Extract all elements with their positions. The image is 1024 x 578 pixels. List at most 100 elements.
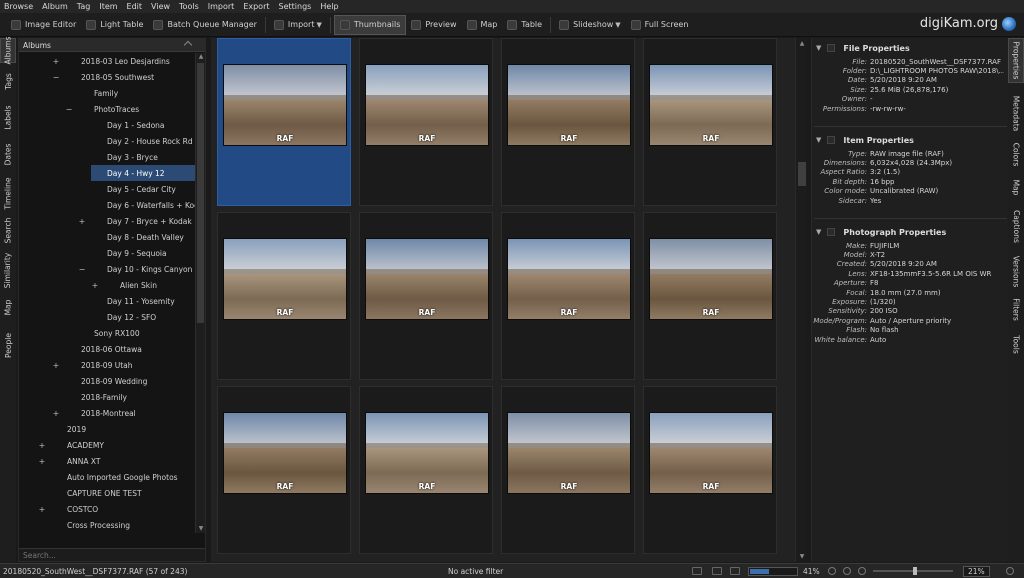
album-item[interactable]: + ACADEMY bbox=[39, 437, 195, 453]
album-item[interactable]: CAPTURE ONE TEST bbox=[51, 485, 195, 501]
album-search-input[interactable]: Search... bbox=[19, 548, 205, 561]
sort-icon[interactable] bbox=[183, 40, 193, 50]
album-item[interactable]: Day 6 - Waterfalls + Kodak bbox=[91, 197, 195, 213]
scroll-down-icon[interactable]: ▼ bbox=[796, 553, 808, 560]
thumbnail-image[interactable]: RAF bbox=[365, 238, 489, 320]
table-view-button[interactable]: Table bbox=[502, 15, 547, 35]
zoom-fit-icon[interactable] bbox=[828, 567, 836, 575]
left-tab-similarity[interactable]: Similarity bbox=[0, 248, 16, 292]
thumbnail-image[interactable]: RAF bbox=[223, 64, 347, 146]
album-item[interactable]: Day 4 - Hwy 12 bbox=[91, 165, 195, 181]
thumbnail-cell[interactable]: RAF bbox=[359, 386, 493, 554]
album-item[interactable]: + ANNA XT bbox=[39, 453, 195, 469]
thumbnail-image[interactable]: RAF bbox=[223, 412, 347, 494]
thumbnails-view-button[interactable]: Thumbnails bbox=[333, 14, 407, 35]
album-item[interactable]: + Alien Skin bbox=[92, 277, 195, 293]
thumbnail-cell[interactable]: RAF bbox=[501, 212, 635, 380]
expand-icon[interactable]: + bbox=[78, 217, 86, 226]
thumbnail-cell[interactable]: RAF bbox=[217, 386, 351, 554]
thumbnail-image[interactable]: RAF bbox=[507, 64, 631, 146]
left-tab-people[interactable]: People bbox=[0, 323, 16, 368]
film-icon[interactable] bbox=[712, 567, 722, 575]
album-item[interactable]: +2018-09 Utah bbox=[53, 357, 195, 373]
thumbnail-grid-scrollbar[interactable]: ▲ ▼ bbox=[795, 38, 807, 562]
album-item[interactable]: Day 11 - Yosemity bbox=[91, 293, 195, 309]
right-tab-filters[interactable]: Filters bbox=[1008, 292, 1024, 327]
menu-help[interactable]: Help bbox=[320, 2, 338, 11]
expand-icon[interactable]: + bbox=[38, 505, 46, 514]
left-tab-albums[interactable]: Albums bbox=[0, 37, 16, 64]
left-tab-search[interactable]: Search bbox=[0, 214, 16, 247]
zoom-slider[interactable] bbox=[873, 567, 953, 575]
album-item[interactable]: Day 2 - House Rock Rd bbox=[91, 133, 195, 149]
menu-tools[interactable]: Tools bbox=[179, 2, 199, 11]
settings-icon[interactable] bbox=[1006, 567, 1014, 575]
thumbnail-image[interactable]: RAF bbox=[507, 412, 631, 494]
trash-icon[interactable] bbox=[692, 567, 702, 575]
left-tab-labels[interactable]: Labels bbox=[0, 98, 16, 136]
chevron-down-icon[interactable]: ▼ bbox=[816, 136, 821, 144]
expand-icon[interactable]: + bbox=[52, 361, 60, 370]
expand-icon[interactable]: + bbox=[91, 281, 99, 290]
menu-view[interactable]: View bbox=[151, 2, 170, 11]
zoom-slider-handle[interactable] bbox=[913, 567, 917, 575]
album-item[interactable]: Day 1 - Sedona bbox=[91, 117, 195, 133]
thumbnail-cell[interactable]: RAF bbox=[501, 38, 635, 206]
item-properties-header[interactable]: ▼ Item Properties bbox=[812, 133, 1009, 147]
album-item[interactable]: + Day 7 - Bryce + Kodak bbox=[79, 213, 195, 229]
chevron-down-icon[interactable]: ▼ bbox=[816, 44, 821, 52]
collapse-icon[interactable]: − bbox=[65, 105, 73, 114]
scroll-up-icon[interactable]: ▲ bbox=[796, 40, 808, 47]
thumbnail-cell[interactable]: RAF bbox=[217, 38, 351, 206]
expand-icon[interactable]: + bbox=[38, 457, 46, 466]
album-item[interactable]: Day 8 - Death Valley bbox=[91, 229, 195, 245]
slideshow-button[interactable]: Slideshow ▼ bbox=[554, 15, 626, 35]
photograph-properties-header[interactable]: ▼ Photograph Properties bbox=[812, 225, 1009, 239]
left-tab-map[interactable]: Map bbox=[0, 293, 16, 322]
map-view-button[interactable]: Map bbox=[462, 15, 503, 35]
right-tab-properties[interactable]: Properties bbox=[1008, 38, 1024, 83]
expand-icon[interactable]: + bbox=[52, 57, 60, 66]
thumbnail-cell[interactable]: RAF bbox=[643, 386, 777, 554]
import-button[interactable]: Import ▼ bbox=[269, 15, 327, 35]
right-tab-tools[interactable]: Tools bbox=[1008, 329, 1024, 359]
thumbnail-cell[interactable]: RAF bbox=[359, 38, 493, 206]
batch-queue-button[interactable]: Batch Queue Manager bbox=[148, 15, 261, 35]
menu-item[interactable]: Item bbox=[99, 2, 117, 11]
light-table-button[interactable]: Light Table bbox=[81, 15, 148, 35]
thumbnail-image[interactable]: RAF bbox=[507, 238, 631, 320]
menu-tag[interactable]: Tag bbox=[77, 2, 91, 11]
right-tab-captions[interactable]: Captions bbox=[1008, 204, 1024, 249]
collapse-icon[interactable]: − bbox=[52, 73, 60, 82]
album-item[interactable]: Day 12 - SFO bbox=[91, 309, 195, 325]
menu-import[interactable]: Import bbox=[208, 2, 235, 11]
album-item[interactable]: + COSTCO bbox=[39, 501, 195, 517]
album-item[interactable]: Auto Imported Google Photos bbox=[51, 469, 195, 485]
zoom-in-icon[interactable] bbox=[858, 567, 866, 575]
thumbnail-image[interactable]: RAF bbox=[223, 238, 347, 320]
album-item[interactable]: +2018-03 Leo Desjardins bbox=[53, 53, 195, 69]
thumbnail-cell[interactable]: RAF bbox=[217, 212, 351, 380]
thumbnail-image[interactable]: RAF bbox=[365, 412, 489, 494]
album-item[interactable]: Day 5 - Cedar City bbox=[91, 181, 195, 197]
thumbnail-image[interactable]: RAF bbox=[649, 64, 773, 146]
album-item[interactable]: +2018-Montreal bbox=[53, 405, 195, 421]
album-tree-scrollbar[interactable]: ▲ ▼ bbox=[195, 53, 205, 533]
albums-header[interactable]: Albums bbox=[19, 39, 205, 52]
thumbnail-cell[interactable]: RAF bbox=[643, 38, 777, 206]
left-tab-tags[interactable]: Tags bbox=[0, 65, 16, 97]
album-item[interactable]: − PhotoTraces bbox=[66, 101, 195, 117]
left-tab-dates[interactable]: Dates bbox=[0, 137, 16, 172]
album-item[interactable]: 2018-06 Ottawa bbox=[65, 341, 195, 357]
thumbnail-cell[interactable]: RAF bbox=[501, 386, 635, 554]
album-item[interactable]: − 2018-05 Southwest bbox=[53, 69, 195, 85]
left-tab-timeline[interactable]: Timeline bbox=[0, 173, 16, 213]
thumbnail-cell[interactable]: RAF bbox=[643, 212, 777, 380]
thumbnail-cell[interactable]: RAF bbox=[359, 212, 493, 380]
chevron-down-icon[interactable]: ▼ bbox=[816, 228, 821, 236]
scrollbar-thumb[interactable] bbox=[798, 162, 806, 186]
right-tab-colors[interactable]: Colors bbox=[1008, 139, 1024, 169]
album-item[interactable]: Day 9 - Sequoia bbox=[91, 245, 195, 261]
scroll-down-icon[interactable]: ▼ bbox=[196, 525, 206, 533]
album-item[interactable]: Cross Processing bbox=[51, 517, 195, 533]
